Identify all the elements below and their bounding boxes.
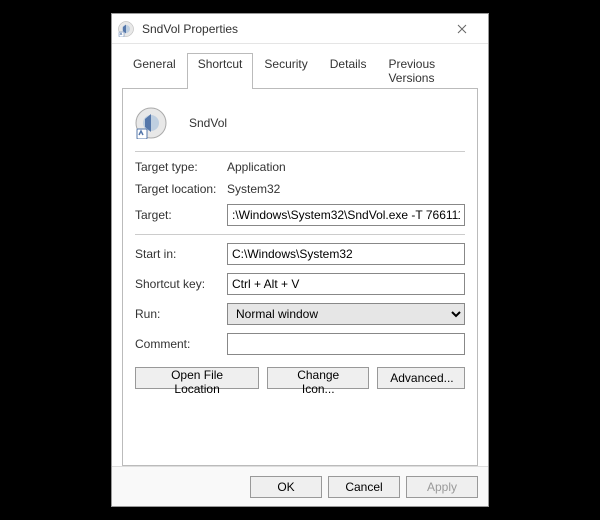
label-target-type: Target type:	[135, 160, 227, 174]
speaker-app-icon	[135, 107, 167, 139]
tab-previous-versions[interactable]: Previous Versions	[377, 53, 478, 89]
apply-button[interactable]: Apply	[406, 476, 478, 498]
label-shortcut-key: Shortcut key:	[135, 277, 227, 291]
properties-dialog: SndVol Properties General Shortcut Secur…	[111, 13, 489, 507]
tab-shortcut[interactable]: Shortcut	[187, 53, 254, 89]
divider	[135, 234, 465, 235]
close-icon	[457, 24, 467, 34]
change-icon-button[interactable]: Change Icon...	[267, 367, 369, 389]
label-start-in: Start in:	[135, 247, 227, 261]
row-target-type: Target type: Application	[135, 160, 465, 174]
label-target: Target:	[135, 208, 227, 222]
row-shortcut-key: Shortcut key:	[135, 273, 465, 295]
row-start-in: Start in:	[135, 243, 465, 265]
label-run: Run:	[135, 307, 227, 321]
row-run: Run: Normal window	[135, 303, 465, 325]
row-target-location: Target location: System32	[135, 182, 465, 196]
row-comment: Comment:	[135, 333, 465, 355]
advanced-button[interactable]: Advanced...	[377, 367, 465, 389]
dialog-footer: OK Cancel Apply	[112, 466, 488, 506]
divider	[135, 151, 465, 152]
row-target: Target:	[135, 204, 465, 226]
dialog-body: General Shortcut Security Details Previo…	[112, 44, 488, 466]
titlebar: SndVol Properties	[112, 14, 488, 44]
value-target-location: System32	[227, 182, 280, 196]
start-in-input[interactable]	[227, 243, 465, 265]
label-comment: Comment:	[135, 337, 227, 351]
app-name: SndVol	[189, 116, 227, 130]
tabpanel-shortcut: SndVol Target type: Application Target l…	[122, 89, 478, 466]
label-target-location: Target location:	[135, 182, 227, 196]
comment-input[interactable]	[227, 333, 465, 355]
window-title: SndVol Properties	[142, 22, 238, 36]
action-row: Open File Location Change Icon... Advanc…	[135, 367, 465, 389]
close-button[interactable]	[442, 14, 482, 44]
app-header: SndVol	[135, 107, 465, 139]
speaker-shortcut-icon	[118, 21, 134, 37]
value-target-type: Application	[227, 160, 286, 174]
run-select[interactable]: Normal window	[227, 303, 465, 325]
open-file-location-button[interactable]: Open File Location	[135, 367, 259, 389]
tab-general[interactable]: General	[122, 53, 187, 89]
tabs: General Shortcut Security Details Previo…	[122, 52, 478, 89]
ok-button[interactable]: OK	[250, 476, 322, 498]
cancel-button[interactable]: Cancel	[328, 476, 400, 498]
tab-security[interactable]: Security	[253, 53, 318, 89]
target-input[interactable]	[227, 204, 465, 226]
tab-details[interactable]: Details	[319, 53, 378, 89]
shortcut-key-input[interactable]	[227, 273, 465, 295]
